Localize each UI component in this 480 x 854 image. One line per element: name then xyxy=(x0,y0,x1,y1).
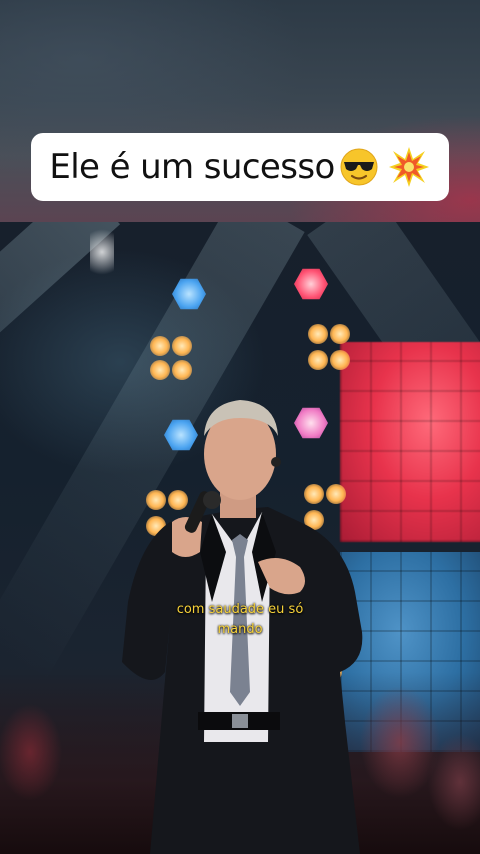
subtitle-line: com saudade eu só xyxy=(176,602,304,617)
caption-banner: Ele é um sucesso xyxy=(31,133,449,201)
smiling-face-with-sunglasses-icon xyxy=(339,147,379,187)
singer-figure xyxy=(122,400,363,854)
collision-icon xyxy=(387,145,431,189)
video-subtitle: com saudade eu só mando xyxy=(0,600,480,640)
video-player[interactable]: com saudade eu só mando xyxy=(0,222,480,854)
subtitle-line: mando xyxy=(217,622,263,637)
caption-text: Ele é um sucesso xyxy=(49,147,335,187)
